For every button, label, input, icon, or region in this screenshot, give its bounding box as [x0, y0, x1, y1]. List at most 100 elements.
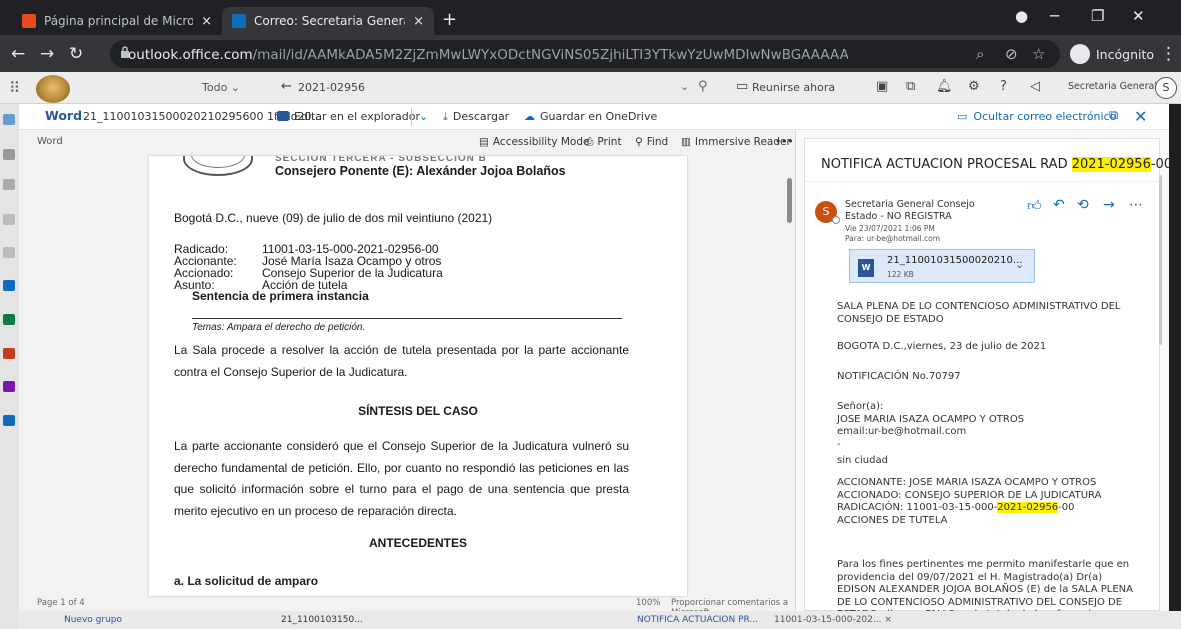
reply-icon[interactable]: ↶ — [1053, 197, 1065, 213]
bookmark-star-icon[interactable]: ☆ — [1032, 45, 1045, 63]
save-to-onedrive-button[interactable]: ☁ Guardar en OneDrive — [524, 110, 657, 123]
like-icon[interactable]: 👍︎ — [1027, 197, 1042, 214]
email-body-sala: SALA PLENA DE LO CONTENCIOSO ADMINISTRAT… — [837, 301, 1121, 325]
meeting-icon: ▭ — [736, 79, 749, 94]
address-bar[interactable]: outlook.office.com/mail/id/AAMkADA5M2ZjZ… — [110, 40, 1060, 68]
search-scope-dropdown[interactable]: Todo ⌄ — [202, 81, 240, 94]
attachment-menu-chevron-icon[interactable]: ⌄ — [1015, 258, 1024, 271]
minimize-icon[interactable]: ─ — [1050, 7, 1059, 25]
powerpoint-app-icon[interactable] — [3, 348, 15, 359]
browser-menu-icon[interactable]: ⋮ — [1160, 44, 1177, 64]
sender-name[interactable]: Secretaria General Consejo Estado - NO R… — [845, 199, 995, 223]
app-rail — [0, 104, 19, 629]
email-reading-pane: NOTIFICA ACTUACION PROCESAL RAD 2021-029… — [796, 130, 1172, 611]
help-icon[interactable]: ? — [1000, 79, 1007, 94]
reply-all-icon[interactable]: ⟲ — [1077, 197, 1089, 213]
email-recipient: Para: ur-be@hotmail.com — [845, 234, 941, 243]
onenote-feed-icon[interactable]: ▣ — [876, 79, 888, 94]
mail-icon[interactable] — [3, 114, 15, 125]
more-options-chevron-icon[interactable]: ⌄ — [419, 110, 428, 123]
open-new-window-icon[interactable]: ⧉ — [1109, 108, 1118, 123]
doc-paragraph-1: La Sala procede a resolver la acción de … — [174, 343, 629, 379]
email-scrollbar[interactable] — [1159, 175, 1162, 345]
tracking-blocked-icon[interactable]: ⊘ — [1005, 45, 1018, 63]
doc-temas: Temas: Ampara el derecho de petición. — [192, 322, 366, 333]
browser-toolbar: ← → ↻ outlook.office.com/mail/id/AAMkADA… — [0, 35, 1181, 72]
find-magnifier-icon: ⚲ — [635, 136, 643, 148]
tab-close-icon[interactable]: × — [413, 14, 424, 29]
new-tab-button[interactable]: + — [442, 9, 457, 30]
cloud-icon: ☁ — [524, 110, 535, 123]
doc-date: Bogotá D.C., nueve (09) de julio de dos … — [174, 211, 493, 225]
doc-paragraph-2: La parte accionante consideró que el Con… — [174, 439, 629, 518]
window-close-icon[interactable]: ✕ — [1132, 7, 1145, 25]
feedback-megaphone-icon[interactable]: ◁ — [1030, 79, 1040, 94]
draft-tab-attachment[interactable]: 21_1100103150... — [281, 615, 363, 625]
onenote-app-icon[interactable] — [3, 381, 15, 392]
attachment-icon[interactable] — [3, 214, 15, 225]
print-button[interactable]: ⎙ Print — [585, 136, 622, 149]
doc-heading-sintesis: SÍNTESIS DEL CASO — [358, 404, 478, 418]
email-body-date: BOGOTA D.C.,viernes, 23 de julio de 2021 — [837, 341, 1047, 352]
doc-ponente: Consejero Ponente (E): Alexánder Jojoa B… — [275, 164, 566, 178]
meet-now-button[interactable]: Reunirse ahora — [752, 81, 835, 94]
notifications-bell-icon[interactable]: 🔔︎ — [936, 79, 953, 94]
hide-email-button[interactable]: ▭ Ocultar correo electrónico — [957, 110, 1116, 123]
hide-email-icon: ▭ — [957, 110, 968, 123]
doc-subheading-solicitud: a. La solicitud de amparo — [174, 574, 319, 588]
browser-tabstrip: Página principal de Microsoft Offi × Cor… — [0, 0, 1181, 35]
incognito-label: Incógnito — [1096, 46, 1155, 62]
forward-arrow-icon[interactable]: → — [40, 44, 54, 64]
search-back-arrow-icon[interactable]: ← — [281, 79, 292, 94]
account-avatar[interactable]: S — [1155, 77, 1177, 99]
download-button[interactable]: ⤓ Descargar — [443, 110, 509, 124]
account-name[interactable]: Secretaria General... — [1068, 81, 1166, 92]
search-query[interactable]: 2021-02956 — [298, 81, 365, 94]
email-body-parties: ACCIONANTE: JOSE MARIA ISAZA OCAMPO Y OT… — [837, 477, 1102, 526]
attachment-card[interactable]: W 21_11001031500020210... 122 KB ⌄ — [849, 249, 1035, 283]
email-body-notificacion: NOTIFICACIÓN No.70797 — [837, 371, 961, 382]
zoom-level[interactable]: 100% — [636, 598, 660, 608]
document-page: SECCIÓN TERCERA - SUBSECCIÓN B Consejero… — [149, 156, 687, 596]
forward-icon[interactable]: → — [1103, 197, 1115, 213]
accessibility-mode-button[interactable]: ▤ Accessibility Mode — [479, 136, 589, 148]
more-actions-icon[interactable]: ⋯ — [1129, 197, 1143, 213]
tab-title: Página principal de Microsoft Offi — [44, 14, 194, 28]
maximize-icon[interactable]: ❐ — [1091, 7, 1104, 25]
todo-icon[interactable] — [3, 247, 15, 258]
calendar-icon[interactable] — [3, 149, 15, 160]
word-edit-icon — [277, 111, 289, 121]
search-options-chevron-icon[interactable]: ⌄ — [680, 80, 689, 93]
draft-tab-radicado[interactable]: 11001-03-15-000-202... × — [774, 615, 892, 625]
draft-tab-notifica[interactable]: NOTIFICA ACTUACION PR... — [637, 615, 758, 625]
tab-close-icon[interactable]: × — [201, 14, 212, 29]
office-favicon-icon — [22, 14, 36, 28]
close-viewer-icon[interactable]: ✕ — [1134, 107, 1147, 126]
tab-title: Correo: Secretaria General Conse — [254, 14, 405, 28]
people-icon[interactable] — [3, 179, 15, 190]
word-app-icon[interactable] — [3, 280, 15, 291]
edit-in-browser-button[interactable]: Editar en el explorador — [277, 110, 420, 123]
more-options-button[interactable]: ••• — [775, 136, 794, 148]
tab-office-home[interactable]: Página principal de Microsoft Offi × — [12, 7, 222, 35]
document-scrollbar[interactable] — [787, 178, 792, 223]
yammer-app-icon[interactable] — [3, 415, 15, 426]
my-day-icon[interactable]: ⧉ — [906, 79, 915, 94]
excel-app-icon[interactable] — [3, 314, 15, 325]
new-group-link[interactable]: Nuevo grupo — [64, 615, 122, 625]
doc-heading-antecedentes: ANTECEDENTES — [368, 536, 467, 550]
settings-gear-icon[interactable]: ⚙ — [968, 79, 980, 94]
profile-menu-icon[interactable]: ● — [1015, 7, 1028, 25]
search-icon[interactable]: ⚲ — [698, 79, 708, 94]
printer-icon: ⎙ — [585, 136, 594, 148]
find-button[interactable]: ⚲ Find — [635, 136, 668, 148]
zoom-icon[interactable]: ⌕ — [976, 45, 984, 63]
viewer-toolbar: Word 21_11001031500020210295600 1fallo20… — [19, 104, 1169, 130]
incognito-indicator[interactable]: Incógnito — [1070, 42, 1154, 66]
back-arrow-icon[interactable]: ← — [11, 44, 25, 64]
app-launcher-icon[interactable]: ⠿ — [9, 79, 20, 97]
tab-outlook-mail[interactable]: Correo: Secretaria General Conse × — [222, 7, 434, 35]
word-label: Word — [37, 136, 63, 147]
search-box[interactable]: Todo ⌄ ← 2021-02956 ⌄ ⚲ — [196, 77, 716, 99]
reload-icon[interactable]: ↻ — [69, 44, 83, 64]
